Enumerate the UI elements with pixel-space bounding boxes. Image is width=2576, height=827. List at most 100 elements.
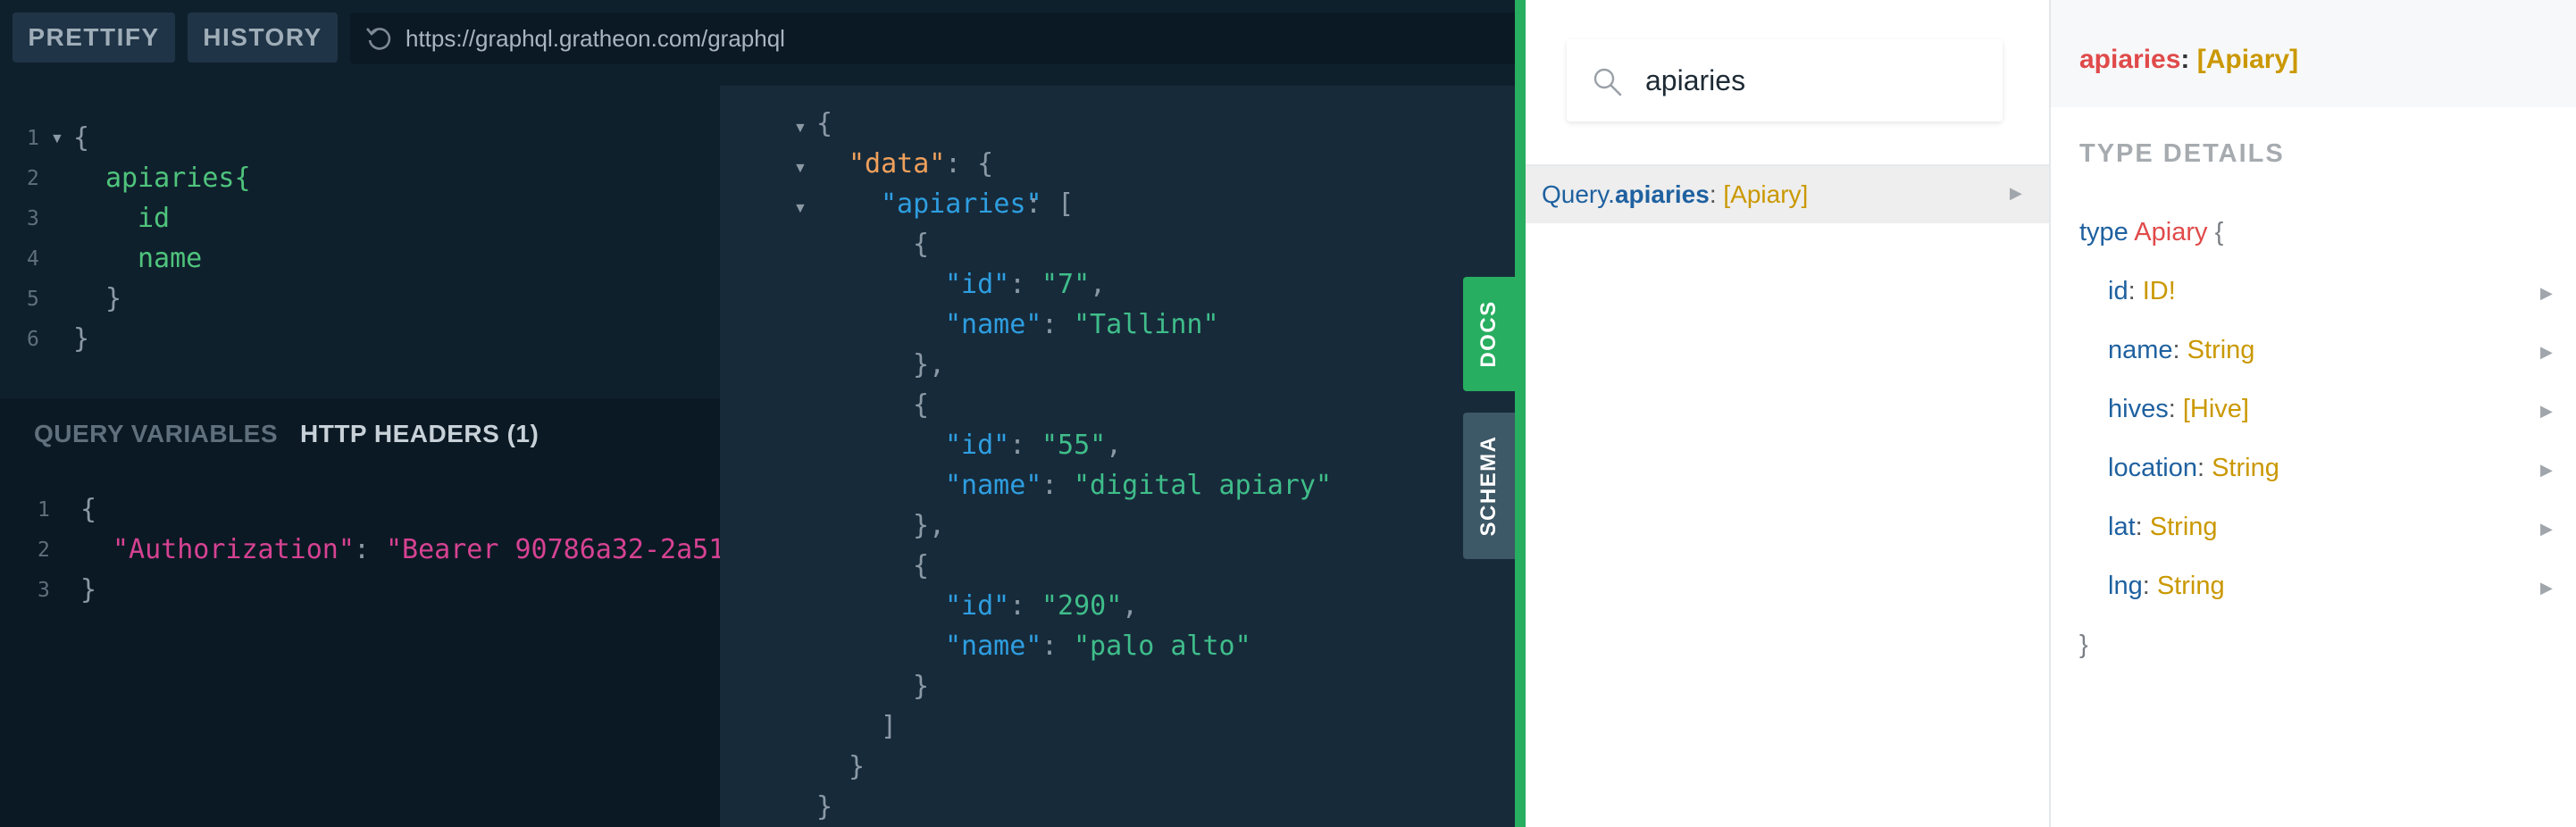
json-key-name: "name"	[945, 470, 1042, 501]
reload-icon[interactable]	[364, 24, 393, 53]
fold-arrow-icon[interactable]: ▼	[50, 131, 64, 147]
json-line: {	[913, 389, 930, 421]
json-punct: ,	[1090, 269, 1107, 300]
field-sep: :	[2196, 454, 2212, 482]
json-line: ]	[881, 711, 898, 742]
type-name: Apiary	[2134, 218, 2208, 246]
chevron-right-icon: ▶	[2540, 343, 2553, 361]
code-line: }	[73, 323, 90, 355]
line-number: 1	[38, 498, 50, 522]
result-type[interactable]: [Apiary]	[1723, 180, 1808, 208]
code-line: }	[105, 283, 122, 314]
json-value-name: "Tallinn"	[1074, 309, 1219, 340]
json-line: },	[913, 510, 946, 541]
detail-field-type[interactable]: [Apiary]	[2197, 45, 2298, 74]
playground-panel: PRETTIFY HISTORY https://graphql.gratheo…	[0, 0, 1529, 827]
json-value-name: "digital apiary"	[1074, 470, 1332, 501]
json-line: }	[913, 671, 930, 702]
code-line: apiaries{	[105, 163, 251, 194]
line-number: 5	[27, 288, 39, 311]
json-line: },	[913, 349, 946, 380]
endpoint-url[interactable]: https://graphql.gratheon.com/graphql	[406, 13, 785, 64]
detail-title-sep: :	[2180, 45, 2197, 74]
docs-panel-resize-handle[interactable]	[1515, 0, 1526, 827]
docs-detail-column: apiaries: [Apiary] TYPE DETAILS type Api…	[2051, 0, 2576, 827]
json-punct: : {	[945, 148, 994, 180]
json-key-id: "id"	[945, 590, 1010, 622]
json-value-id: "55"	[1041, 430, 1107, 461]
json-punct: :	[1041, 631, 1075, 662]
docs-tab[interactable]: DOCS	[1463, 277, 1515, 391]
field-type[interactable]: String	[2212, 454, 2279, 482]
field-sep: :	[2135, 513, 2150, 541]
chevron-right-icon: ▶	[2010, 184, 2022, 202]
field-sep: :	[2142, 572, 2157, 600]
docs-search-box[interactable]: apiaries	[1567, 39, 2003, 121]
field-type[interactable]: String	[2150, 513, 2218, 541]
json-line: }	[849, 751, 866, 782]
chevron-right-icon: ▶	[2540, 284, 2553, 302]
json-punct: :	[1009, 430, 1042, 461]
chevron-right-icon: ▶	[2540, 402, 2553, 420]
json-punct: : [	[1025, 188, 1075, 220]
chevron-right-icon: ▶	[2540, 520, 2553, 538]
toolbar: PRETTIFY HISTORY https://graphql.gratheo…	[0, 0, 1529, 86]
line-number: 6	[27, 328, 39, 351]
line-number: 4	[27, 247, 39, 271]
json-line: }	[816, 791, 833, 823]
detail-title: apiaries: [Apiary]	[2079, 0, 2298, 120]
json-key-apiaries: "apiaries"	[881, 188, 1042, 220]
field-type[interactable]: ID!	[2143, 277, 2176, 305]
json-key-name: "name"	[945, 309, 1042, 340]
field-name: lng	[2108, 572, 2143, 600]
field-name: hives	[2108, 395, 2169, 423]
json-value-name: "palo alto"	[1074, 631, 1251, 662]
type-close-brace: }	[2079, 631, 2088, 659]
prettify-button[interactable]: PRETTIFY	[13, 13, 175, 63]
graphql-playground-window: PRETTIFY HISTORY https://graphql.gratheo…	[0, 0, 2576, 827]
json-key-id: "id"	[945, 269, 1010, 300]
json-value-id: "7"	[1041, 269, 1091, 300]
result-viewer: ▼ { ▼ "data" : { ▼ "apiaries" : [ { "id"…	[720, 86, 1515, 827]
field-type[interactable]: String	[2157, 572, 2225, 600]
detail-field-name: apiaries	[2079, 45, 2181, 74]
json-value-id: "290"	[1041, 590, 1123, 622]
tab-query-variables[interactable]: QUERY VARIABLES	[34, 420, 278, 448]
fold-arrow-icon[interactable]: ▼	[793, 161, 807, 177]
field-type[interactable]: [Hive]	[2183, 395, 2249, 423]
code-line: {	[73, 122, 90, 154]
type-keyword: type	[2079, 218, 2129, 246]
code-line: {	[80, 494, 97, 525]
field-sep: :	[2128, 277, 2143, 305]
query-editor[interactable]: 1 2 3 4 5 6 ▼ { apiaries{ id name } }	[0, 86, 720, 398]
chevron-right-icon: ▶	[2540, 579, 2553, 597]
field-type[interactable]: String	[2187, 336, 2255, 364]
json-line: {	[816, 108, 833, 139]
code-line: id	[138, 203, 171, 234]
field-name: location	[2108, 454, 2197, 482]
docs-search-input[interactable]: apiaries	[1645, 39, 1745, 121]
tab-http-headers[interactable]: HTTP HEADERS (1)	[300, 420, 539, 448]
schema-tab[interactable]: SCHEMA	[1463, 413, 1515, 559]
json-punct: :	[1009, 269, 1042, 300]
history-button[interactable]: HISTORY	[188, 13, 338, 63]
json-key-name: "name"	[945, 631, 1042, 662]
json-punct: ,	[1122, 590, 1139, 622]
json-punct: :	[1041, 470, 1075, 501]
fold-arrow-icon[interactable]: ▼	[793, 201, 807, 217]
line-number: 3	[27, 207, 39, 230]
code-line: name	[138, 243, 203, 274]
json-punct: :	[1009, 590, 1042, 622]
search-result-item[interactable]: Query.apiaries: [Apiary] ▶	[1526, 166, 2049, 223]
line-number: 2	[38, 539, 50, 562]
json-key-id: "id"	[945, 430, 1010, 461]
field-name: name	[2108, 336, 2173, 364]
json-punct: :	[1041, 309, 1075, 340]
fold-arrow-icon[interactable]: ▼	[793, 121, 807, 137]
chevron-right-icon: ▶	[2540, 461, 2553, 479]
type-open-brace: {	[2214, 218, 2224, 246]
json-line: {	[913, 550, 930, 581]
code-punct: :	[354, 534, 387, 565]
line-number: 2	[27, 167, 39, 190]
endpoint-url-bar[interactable]: https://graphql.gratheon.com/graphql	[350, 13, 1529, 64]
